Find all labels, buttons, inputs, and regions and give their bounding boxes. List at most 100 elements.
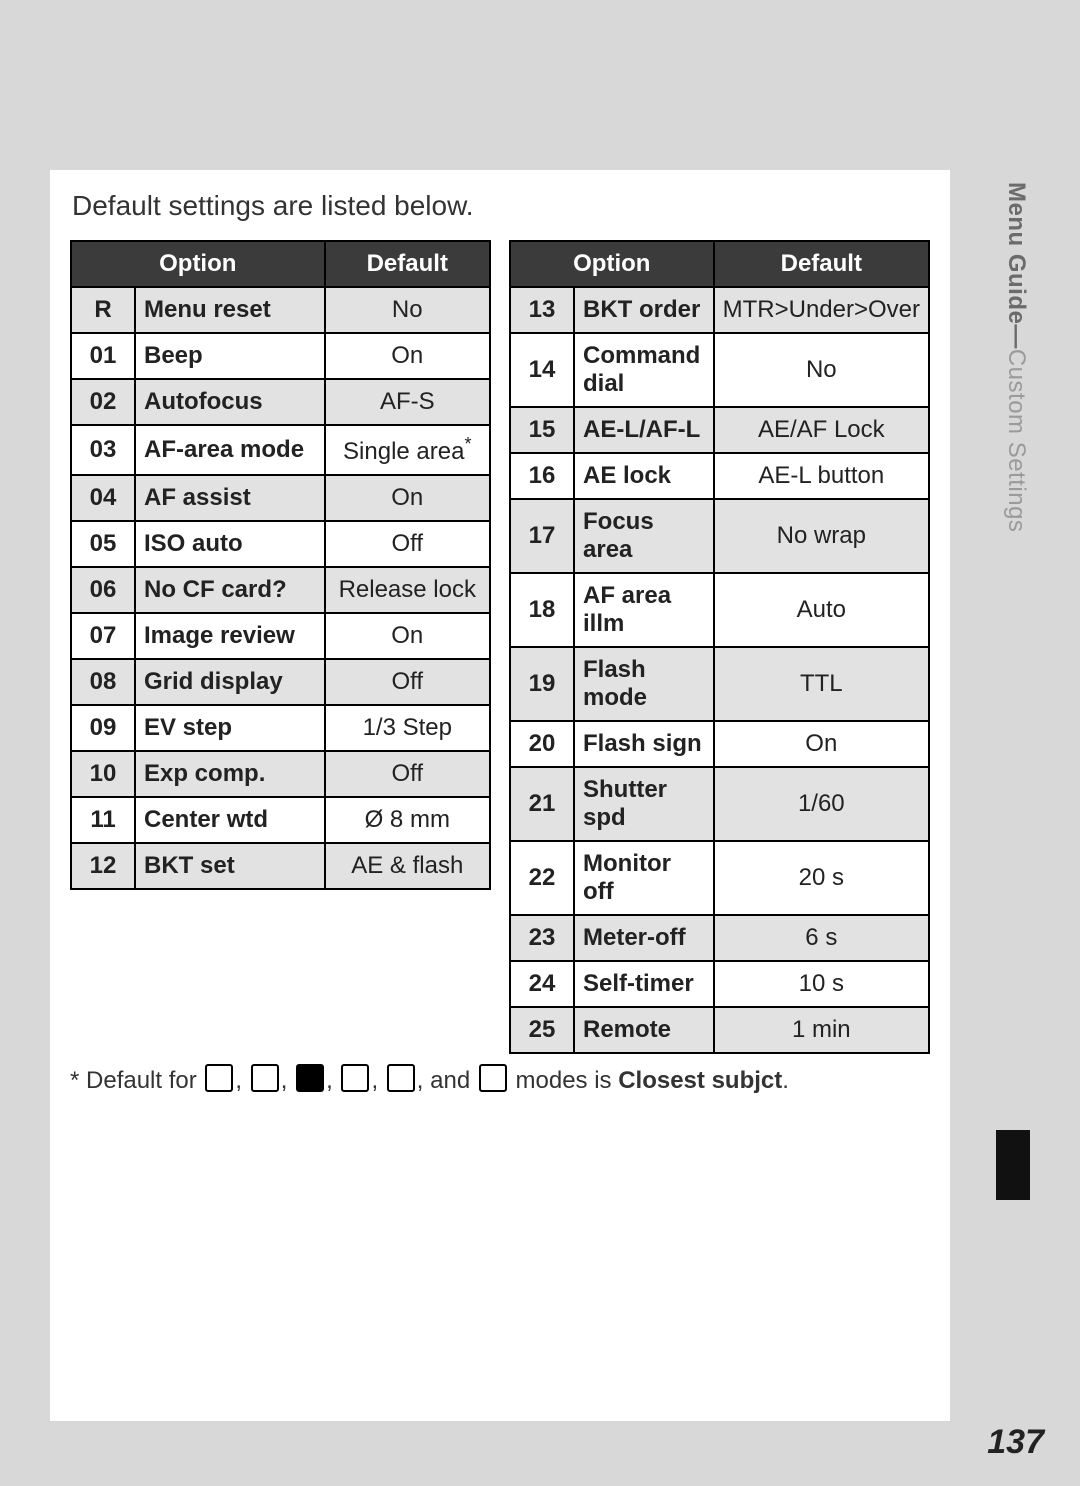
row-index: 16 — [510, 453, 574, 499]
table-row: 18AF area illmAuto — [510, 573, 929, 647]
row-default: Ø 8 mm — [325, 797, 490, 843]
row-default: Off — [325, 659, 490, 705]
mode-icon-portrait — [251, 1064, 279, 1092]
row-option: AE-L/AF-L — [574, 407, 714, 453]
row-index: 15 — [510, 407, 574, 453]
row-default: AE & flash — [325, 843, 490, 889]
row-index: R — [71, 287, 135, 333]
page-number: 137 — [987, 1423, 1044, 1462]
mode-icon-night — [479, 1064, 507, 1092]
table-row: 11Center wtdØ 8 mm — [71, 797, 490, 843]
left-table: Option Default RMenu resetNo01BeepOn02Au… — [70, 240, 491, 890]
mode-icon-closeup — [387, 1064, 415, 1092]
row-index: 02 — [71, 379, 135, 425]
row-default: AE/AF Lock — [714, 407, 929, 453]
row-index: 08 — [71, 659, 135, 705]
row-option: Image review — [135, 613, 325, 659]
sidetab-main: Menu Guide— — [1003, 182, 1030, 349]
settings-tables: Option Default RMenu resetNo01BeepOn02Au… — [70, 240, 930, 1054]
row-option: AF-area mode — [135, 425, 325, 475]
table-row: 15AE-L/AF-LAE/AF Lock — [510, 407, 929, 453]
page-content: Default settings are listed below. Optio… — [50, 170, 950, 1421]
col-default: Default — [714, 241, 929, 287]
footnote-bold: Closest subjct — [618, 1067, 782, 1094]
row-default: AE-L button — [714, 453, 929, 499]
row-option: BKT order — [574, 287, 714, 333]
row-default: Off — [325, 521, 490, 567]
row-index: 13 — [510, 287, 574, 333]
row-option: Command dial — [574, 333, 714, 407]
row-index: 10 — [71, 751, 135, 797]
row-option: Menu reset — [135, 287, 325, 333]
row-index: 05 — [71, 521, 135, 567]
footnote-prefix: * Default for — [70, 1067, 203, 1094]
row-index: 19 — [510, 647, 574, 721]
table-row: 10Exp comp.Off — [71, 751, 490, 797]
row-option: Center wtd — [135, 797, 325, 843]
table-row: 08Grid displayOff — [71, 659, 490, 705]
row-option: Meter-off — [574, 915, 714, 961]
intro-text: Default settings are listed below. — [72, 190, 930, 222]
row-index: 17 — [510, 499, 574, 573]
table-row: 03AF-area modeSingle area* — [71, 425, 490, 475]
row-index: 07 — [71, 613, 135, 659]
row-option: Flash mode — [574, 647, 714, 721]
row-index: 03 — [71, 425, 135, 475]
row-index: 25 — [510, 1007, 574, 1053]
row-default: On — [325, 333, 490, 379]
row-default: 1/60 — [714, 767, 929, 841]
table-row: 05ISO autoOff — [71, 521, 490, 567]
row-default: TTL — [714, 647, 929, 721]
row-option: AF area illm — [574, 573, 714, 647]
row-option: Remote — [574, 1007, 714, 1053]
left-table-wrap: Option Default RMenu resetNo01BeepOn02Au… — [70, 240, 491, 1054]
row-option: BKT set — [135, 843, 325, 889]
row-index: 18 — [510, 573, 574, 647]
table-row: 06No CF card?Release lock — [71, 567, 490, 613]
row-index: 06 — [71, 567, 135, 613]
row-default: On — [714, 721, 929, 767]
row-option: Beep — [135, 333, 325, 379]
mode-icon-sports — [341, 1064, 369, 1092]
footnote: * Default for , , , , , and modes is Clo… — [70, 1064, 930, 1098]
sidetab-light: Custom Settings — [1003, 349, 1030, 533]
mode-icon-landscape — [296, 1064, 324, 1092]
row-default: 6 s — [714, 915, 929, 961]
table-row: 22Monitor off20 s — [510, 841, 929, 915]
table-row: 21Shutter spd1/60 — [510, 767, 929, 841]
row-option: Self-timer — [574, 961, 714, 1007]
row-default: No wrap — [714, 499, 929, 573]
row-index: 11 — [71, 797, 135, 843]
row-option: No CF card? — [135, 567, 325, 613]
row-index: 22 — [510, 841, 574, 915]
col-option: Option — [510, 241, 714, 287]
table-row: 25Remote1 min — [510, 1007, 929, 1053]
row-default: Auto — [714, 573, 929, 647]
table-row: 24Self-timer10 s — [510, 961, 929, 1007]
table-row: 23Meter-off6 s — [510, 915, 929, 961]
row-index: 01 — [71, 333, 135, 379]
row-index: 12 — [71, 843, 135, 889]
row-index: 04 — [71, 475, 135, 521]
row-option: Flash sign — [574, 721, 714, 767]
col-option: Option — [71, 241, 325, 287]
table-row: 01BeepOn — [71, 333, 490, 379]
table-row: 20Flash signOn — [510, 721, 929, 767]
row-default: On — [325, 475, 490, 521]
row-option: Autofocus — [135, 379, 325, 425]
row-index: 24 — [510, 961, 574, 1007]
thumb-tab — [996, 1130, 1030, 1200]
row-index: 21 — [510, 767, 574, 841]
row-option: Shutter spd — [574, 767, 714, 841]
table-row: 09EV step1/3 Step — [71, 705, 490, 751]
row-default: MTR>Under>Over — [714, 287, 929, 333]
row-index: 09 — [71, 705, 135, 751]
table-row: 12BKT setAE & flash — [71, 843, 490, 889]
table-row: 17Focus areaNo wrap — [510, 499, 929, 573]
row-option: Focus area — [574, 499, 714, 573]
row-default: No — [325, 287, 490, 333]
row-option: AF assist — [135, 475, 325, 521]
row-default: Off — [325, 751, 490, 797]
row-index: 23 — [510, 915, 574, 961]
row-default: 20 s — [714, 841, 929, 915]
